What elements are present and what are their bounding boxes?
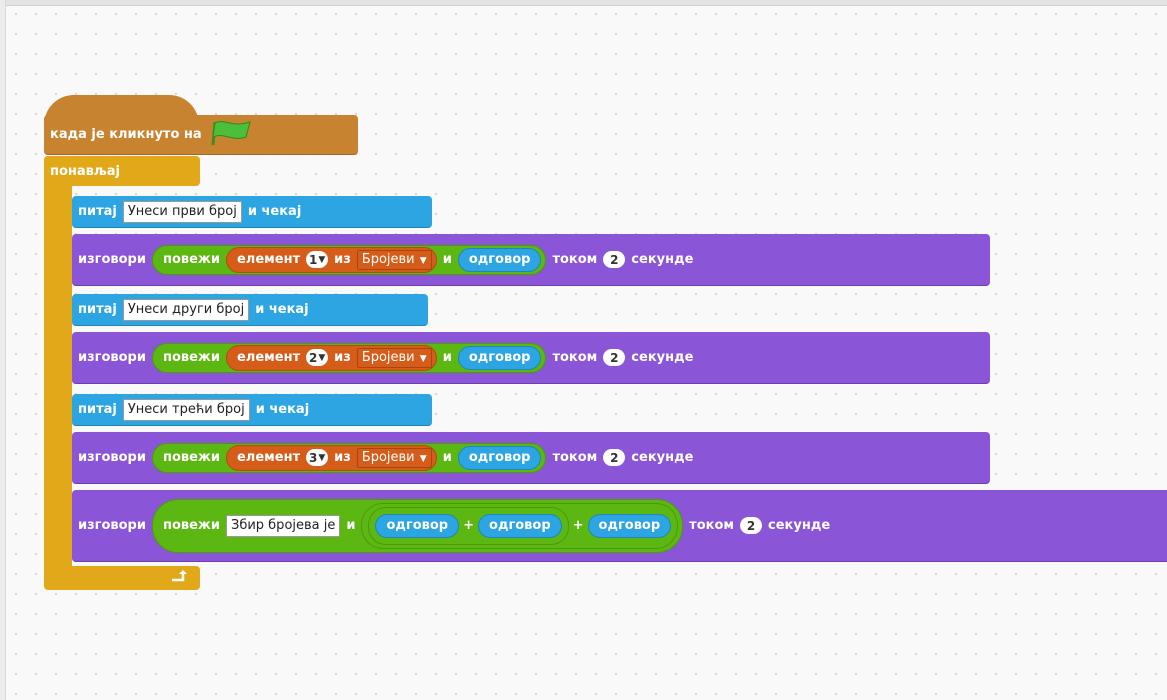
item-index-dropdown[interactable]: 3 ▼ — [306, 449, 329, 466]
ask-text-input[interactable]: Унеси други број — [122, 298, 250, 321]
join-label: повежи — [162, 450, 220, 465]
repeat-block[interactable]: понављај — [44, 156, 200, 186]
dropdown-arrow-icon: ▼ — [419, 353, 427, 364]
seconds-label: секунде — [631, 252, 694, 267]
seconds-label: секунде — [631, 450, 694, 465]
plus-sign: + — [572, 518, 584, 533]
dropdown-arrow-icon: ▼ — [419, 255, 427, 266]
ask-wait-label: и чекај — [255, 302, 309, 317]
for-label: током — [552, 350, 598, 365]
repeat-label: понављај — [50, 163, 121, 179]
list-name: Бројеви — [361, 449, 415, 465]
repeat-block-bottom — [44, 566, 200, 590]
list-dropdown[interactable]: Бројеви ▼ — [356, 347, 432, 368]
and-label: и — [442, 350, 452, 365]
seconds-label: секунде — [631, 350, 694, 365]
answer-reporter[interactable]: одговор — [587, 513, 672, 538]
item-index-value: 3 — [308, 450, 318, 465]
ask-block-2[interactable]: питај Унеси други број и чекај — [72, 294, 428, 326]
scripts-area-left-border — [0, 0, 6, 700]
join-reporter[interactable]: повежи елемент 2 ▼ из Бројеви ▼ и одговор — [151, 342, 547, 373]
say-label: изговори — [78, 518, 146, 533]
when-flag-clicked-block[interactable]: када је кликнуто на — [44, 115, 358, 155]
join-label: повежи — [162, 518, 220, 533]
item-index-value: 2 — [308, 350, 318, 365]
say-block-2[interactable]: изговори повежи елемент 2 ▼ из Бројеви ▼ … — [72, 332, 990, 384]
item-label: елемент — [236, 350, 301, 365]
list-dropdown[interactable]: Бројеви ▼ — [356, 249, 432, 270]
secs-input[interactable]: 2 — [603, 251, 626, 268]
answer-reporter[interactable]: одговор — [478, 513, 562, 538]
item-label: елемент — [236, 450, 301, 465]
ask-label: питај — [78, 204, 117, 219]
secs-input[interactable]: 2 — [740, 517, 763, 534]
ask-label: питај — [78, 402, 117, 417]
secs-input[interactable]: 2 — [603, 349, 626, 366]
join-reporter[interactable]: повежи елемент 1 ▼ из Бројеви ▼ и одговор — [151, 244, 547, 275]
say-block-1[interactable]: изговори повежи елемент 1 ▼ из Бројеви ▼ … — [72, 234, 990, 286]
dropdown-arrow-icon: ▼ — [318, 452, 326, 463]
item-index-value: 1 — [308, 252, 318, 267]
list-name: Бројеви — [361, 349, 415, 365]
say-label: изговори — [78, 350, 146, 365]
dropdown-arrow-icon: ▼ — [318, 352, 326, 363]
and-label: и — [346, 518, 356, 533]
say-block-3[interactable]: изговори повежи елемент 3 ▼ из Бројеви ▼ … — [72, 432, 990, 484]
plus-reporter-outer[interactable]: одговор + одговор + одговор — [361, 502, 679, 549]
item-label: елемент — [236, 252, 301, 267]
say-label: изговори — [78, 450, 146, 465]
item-of-list-reporter[interactable]: елемент 1 ▼ из Бројеви ▼ — [225, 246, 437, 273]
repeat-block-arm — [44, 156, 72, 589]
join-reporter[interactable]: повежи Збир бројева је и одговор + одгов… — [151, 498, 684, 553]
ask-text-input[interactable]: Унеси трећи број — [122, 398, 250, 421]
and-label: и — [442, 450, 452, 465]
ask-label: питај — [78, 302, 117, 317]
ask-block-1[interactable]: питај Унеси први број и чекај — [72, 196, 432, 228]
list-dropdown[interactable]: Бројеви ▼ — [356, 447, 432, 468]
ask-wait-label: и чекај — [247, 204, 302, 219]
answer-reporter[interactable]: одговор — [457, 345, 542, 370]
item-of-list-reporter[interactable]: елемент 2 ▼ из Бројеви ▼ — [225, 344, 437, 371]
item-index-dropdown[interactable]: 2 ▼ — [306, 349, 329, 366]
scripts-area-top-border — [0, 0, 1167, 6]
plus-reporter-inner[interactable]: одговор + одговор — [368, 506, 569, 545]
dropdown-arrow-icon: ▼ — [318, 254, 326, 265]
say-block-4[interactable]: изговори повежи Збир бројева је и одгово… — [72, 490, 1167, 562]
answer-reporter[interactable]: одговор — [375, 513, 460, 538]
ask-block-3[interactable]: питај Унеси трећи број и чекај — [72, 394, 432, 426]
for-label: током — [552, 450, 598, 465]
scripts-area[interactable]: понављај када је кликнуто на питај Унеси… — [0, 0, 1167, 700]
item-index-dropdown[interactable]: 1 ▼ — [306, 251, 329, 268]
hat-label: када је кликнуто на — [50, 127, 202, 142]
dropdown-arrow-icon: ▼ — [419, 453, 427, 464]
answer-reporter[interactable]: одговор — [457, 445, 542, 470]
seconds-label: секунде — [768, 518, 831, 533]
say-label: изговори — [78, 252, 146, 267]
loop-arrow-icon — [170, 569, 188, 587]
join-reporter[interactable]: повежи елемент 3 ▼ из Бројеви ▼ и одговор — [151, 442, 547, 473]
secs-input[interactable]: 2 — [603, 449, 626, 466]
join-label: повежи — [162, 350, 220, 365]
for-label: током — [689, 518, 735, 533]
and-label: и — [442, 252, 452, 267]
of-label: из — [334, 450, 351, 465]
item-of-list-reporter[interactable]: елемент 3 ▼ из Бројеви ▼ — [225, 444, 437, 471]
join-text-input[interactable]: Збир бројева је — [225, 514, 341, 537]
of-label: из — [334, 252, 351, 267]
ask-text-input[interactable]: Унеси први број — [122, 200, 242, 223]
answer-reporter[interactable]: одговор — [457, 247, 542, 272]
join-label: повежи — [162, 252, 220, 267]
plus-sign: + — [463, 518, 475, 533]
ask-wait-label: и чекај — [255, 402, 310, 417]
list-name: Бројеви — [361, 251, 415, 267]
green-flag-icon — [210, 120, 254, 150]
for-label: током — [552, 252, 598, 267]
of-label: из — [334, 350, 351, 365]
